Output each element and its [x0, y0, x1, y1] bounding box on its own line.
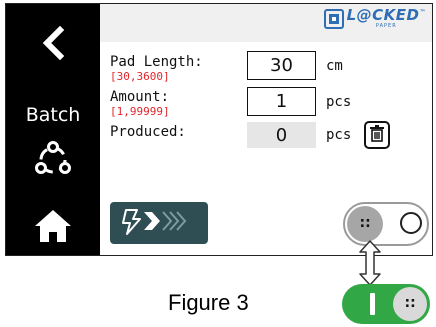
amount-range: [1,99999] — [110, 105, 170, 118]
device-screen: Batch L@CKED™ PAPER Pad Length: [30,3600… — [5, 3, 433, 256]
brand-logo: L@CKED™ PAPER — [323, 6, 426, 29]
on-bar-icon — [370, 293, 375, 315]
toggle-knob: ∷ — [393, 287, 427, 321]
trash-icon — [369, 124, 385, 146]
home-button[interactable] — [6, 202, 100, 254]
produced-value: 0 — [247, 122, 316, 148]
logo-subtext: PAPER — [375, 23, 397, 29]
off-ring-icon — [400, 212, 422, 234]
top-bar: L@CKED™ PAPER — [100, 4, 432, 42]
logo-text: L@CKED™ — [346, 6, 426, 24]
sidebar: Batch — [6, 4, 100, 255]
amount-input[interactable]: 1 — [247, 87, 316, 116]
back-button[interactable] — [6, 10, 100, 80]
toggle-knob: ∷ — [347, 206, 383, 242]
lock-logo-icon — [323, 8, 344, 29]
produced-unit: pcs — [326, 127, 352, 143]
mode-toggle-on[interactable]: ∷ — [342, 284, 430, 324]
pad-length-label: Pad Length: — [110, 54, 203, 70]
reset-produced-button[interactable] — [364, 121, 390, 149]
pad-length-range: [30,3600] — [110, 70, 170, 83]
double-arrow-icon — [350, 240, 390, 286]
cycle-button[interactable] — [6, 134, 100, 190]
amount-label: Amount: — [110, 89, 170, 105]
grip-dots-icon: ∷ — [405, 296, 415, 312]
batch-label: Batch — [25, 104, 81, 126]
amount-unit: pcs — [326, 94, 352, 110]
pad-length-unit: cm — [326, 58, 343, 74]
cycle-icon — [33, 141, 73, 183]
lightning-start-icon — [110, 202, 208, 244]
grip-dots-icon: ∷ — [360, 216, 370, 232]
produced-label: Produced: — [110, 124, 186, 140]
chevron-left-icon — [40, 25, 66, 64]
start-button[interactable] — [110, 202, 208, 244]
figure-caption: Figure 3 — [168, 290, 249, 315]
home-icon — [33, 208, 73, 248]
pad-length-input[interactable]: 30 — [247, 51, 316, 80]
